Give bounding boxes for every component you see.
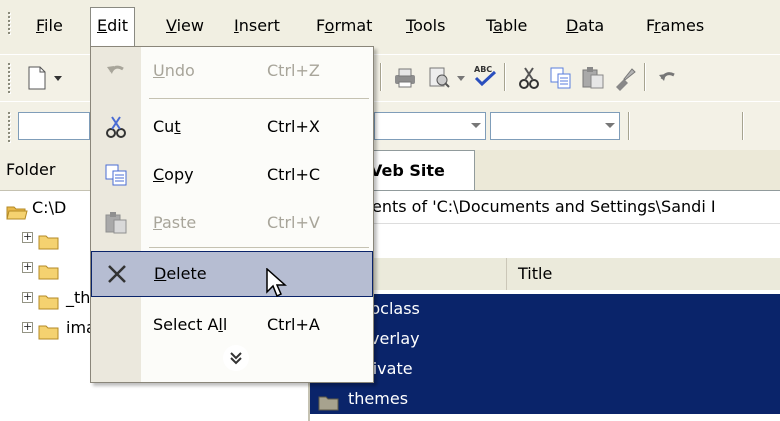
menu-tools[interactable]: Tools bbox=[400, 8, 451, 44]
menu-format[interactable]: Format bbox=[310, 8, 378, 44]
expand-icon[interactable]: + bbox=[22, 261, 33, 273]
new-dropdown-icon[interactable] bbox=[52, 65, 66, 91]
toolbar-separator bbox=[380, 63, 381, 91]
size-combo[interactable] bbox=[490, 112, 620, 140]
menu-expand[interactable] bbox=[91, 343, 373, 377]
open-folder-icon bbox=[6, 200, 28, 220]
menu-item-cut[interactable]: Cut Ctrl+X bbox=[91, 105, 373, 151]
menu-file[interactable]: File bbox=[30, 8, 69, 44]
folder-icon bbox=[318, 391, 339, 411]
list-item[interactable]: pclass bbox=[310, 294, 780, 324]
cut-toolbar-icon[interactable] bbox=[516, 65, 542, 91]
expand-icon[interactable]: + bbox=[22, 321, 33, 333]
menu-table[interactable]: Table bbox=[480, 8, 533, 44]
file-list: pclass verlay _private themes bbox=[310, 290, 780, 421]
print-icon[interactable] bbox=[392, 65, 418, 91]
toolbar-separator bbox=[644, 63, 645, 91]
folder-panel-title: Folder bbox=[6, 160, 56, 179]
menu-data[interactable]: Data bbox=[560, 8, 610, 44]
menu-separator bbox=[149, 98, 369, 99]
menu-insert[interactable]: Insert bbox=[228, 8, 286, 44]
edit-menu-dropdown: Undo Ctrl+Z Cut Ctrl+X Copy Ctrl+C Paste… bbox=[90, 46, 374, 383]
undo-toolbar-icon[interactable] bbox=[656, 65, 682, 91]
contents-path-bar: ents of 'C:\Documents and Settings\Sandi… bbox=[310, 191, 780, 224]
new-page-icon[interactable] bbox=[24, 65, 50, 91]
formatting-grip[interactable] bbox=[8, 112, 12, 144]
spelling-icon[interactable]: ABC bbox=[472, 63, 498, 89]
toolbar-grip[interactable] bbox=[8, 63, 12, 95]
column-title[interactable]: Title bbox=[518, 264, 552, 283]
folder-icon bbox=[38, 260, 59, 280]
expand-icon[interactable]: + bbox=[22, 231, 33, 243]
font-combo[interactable] bbox=[374, 112, 486, 140]
paste-toolbar-icon[interactable] bbox=[580, 65, 606, 91]
column-header-row: Title bbox=[310, 258, 780, 291]
mouse-cursor-icon bbox=[266, 267, 288, 302]
paste-icon bbox=[104, 211, 128, 235]
menu-edit[interactable]: Edit bbox=[90, 7, 135, 48]
list-item[interactable]: themes bbox=[310, 384, 780, 414]
list-item[interactable]: verlay bbox=[310, 324, 780, 354]
menu-separator bbox=[149, 247, 369, 248]
folder-icon bbox=[38, 320, 59, 340]
toolbar-separator bbox=[628, 112, 629, 140]
contents-path: ents of 'C:\Documents and Settings\Sandi… bbox=[372, 197, 716, 216]
toolbar-separator bbox=[504, 63, 505, 91]
expand-icon[interactable]: + bbox=[22, 291, 33, 303]
double-chevron-down-icon[interactable] bbox=[223, 345, 249, 371]
delete-icon bbox=[105, 262, 129, 286]
menu-view[interactable]: View bbox=[160, 8, 210, 44]
undo-icon bbox=[104, 59, 128, 83]
list-item[interactable]: _private bbox=[310, 354, 780, 384]
menu-item-copy[interactable]: Copy Ctrl+C bbox=[91, 153, 373, 199]
print-preview-icon[interactable] bbox=[426, 65, 452, 91]
menubar-grip[interactable] bbox=[8, 12, 12, 36]
toolbar-separator bbox=[742, 112, 743, 140]
format-painter-icon[interactable] bbox=[612, 65, 638, 91]
menu-item-undo[interactable]: Undo Ctrl+Z bbox=[91, 49, 373, 95]
preview-dropdown-icon[interactable] bbox=[456, 65, 468, 91]
menu-item-paste[interactable]: Paste Ctrl+V bbox=[91, 201, 373, 247]
copy-icon bbox=[104, 163, 128, 187]
menu-frames[interactable]: Frames bbox=[640, 8, 710, 44]
folder-icon bbox=[38, 230, 59, 250]
style-combo[interactable] bbox=[18, 112, 90, 140]
copy-toolbar-icon[interactable] bbox=[548, 65, 574, 91]
cut-icon bbox=[104, 115, 128, 139]
menu-item-delete[interactable]: Delete bbox=[91, 251, 373, 297]
folder-icon bbox=[38, 290, 59, 310]
svg-text:ABC: ABC bbox=[474, 65, 492, 74]
